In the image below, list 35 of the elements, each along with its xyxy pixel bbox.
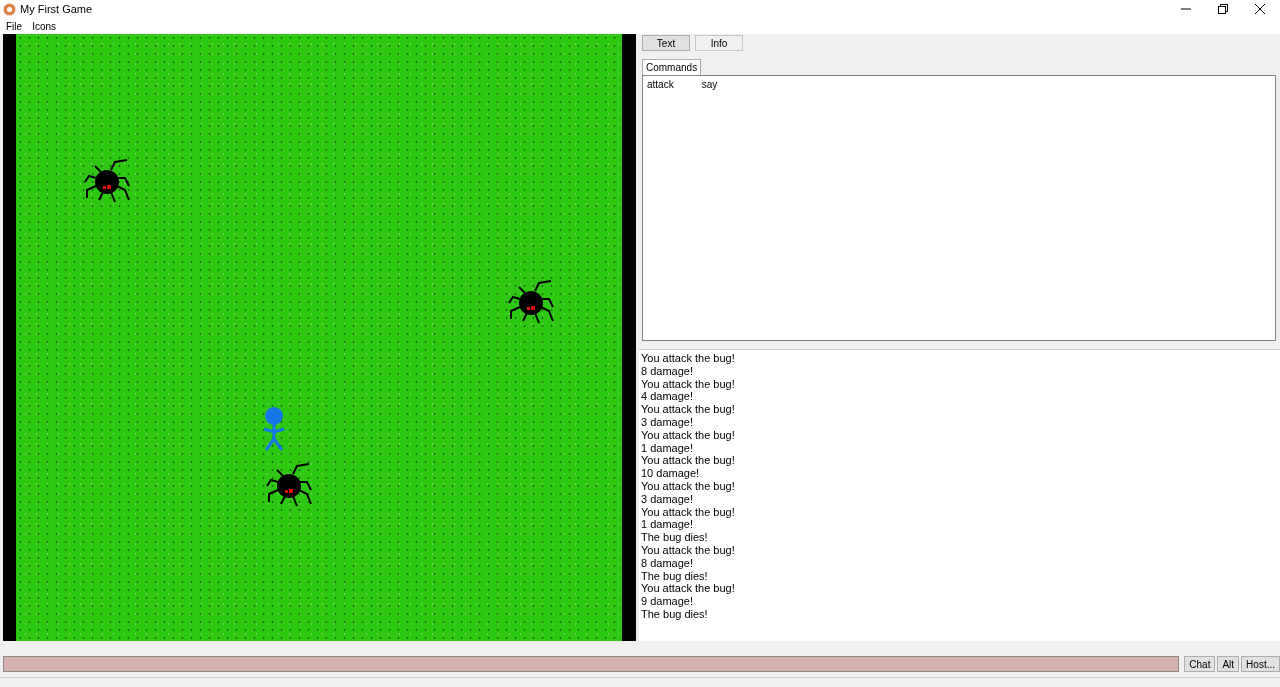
log-line: You attack the bug! — [641, 403, 736, 416]
log-line: 8 damage! — [641, 364, 694, 378]
restore-icon[interactable] — [1218, 4, 1228, 14]
menu-item[interactable]: Icons — [32, 20, 57, 32]
tab[interactable]: Commands — [642, 59, 702, 75]
log-line: 1 damage! — [641, 441, 694, 455]
log-line: 4 damage! — [641, 390, 694, 404]
log-line: The bug dies! — [641, 531, 709, 544]
tab[interactable]: Info — [695, 35, 743, 51]
log-line: 3 damage! — [641, 416, 694, 429]
close-icon[interactable] — [1255, 4, 1265, 14]
log-line: You attack the bug! — [641, 377, 736, 391]
toolbar-button[interactable]: Host... — [1241, 656, 1280, 672]
log-line: You attack the bug! — [641, 582, 736, 596]
log-line: You attack the bug! — [641, 543, 736, 557]
window-title: My First Game — [20, 3, 93, 15]
toolbar-button[interactable]: Alt — [1217, 656, 1240, 672]
menu-item[interactable]: File — [6, 20, 23, 32]
log-line: You attack the bug! — [641, 505, 736, 519]
log-line: 10 damage! — [641, 467, 701, 480]
log-line: You attack the bug! — [641, 479, 736, 493]
command-item[interactable]: attack — [647, 79, 674, 90]
log-line: You attack the bug! — [641, 428, 736, 442]
log-line: 3 damage! — [641, 492, 694, 506]
log-line: The bug dies! — [641, 569, 709, 583]
tab[interactable]: Text — [642, 35, 690, 51]
log-line: 9 damage! — [641, 595, 694, 608]
log-line: You attack the bug! — [641, 352, 736, 365]
toolbar-button[interactable]: Chat — [1184, 656, 1216, 672]
command-item[interactable]: say — [701, 79, 718, 90]
log-line: The bug dies! — [641, 607, 709, 621]
log-line: 8 damage! — [641, 556, 694, 570]
input-field[interactable] — [3, 656, 1180, 672]
log-line: You attack the bug! — [641, 454, 736, 468]
log-line: 1 damage! — [641, 518, 694, 532]
